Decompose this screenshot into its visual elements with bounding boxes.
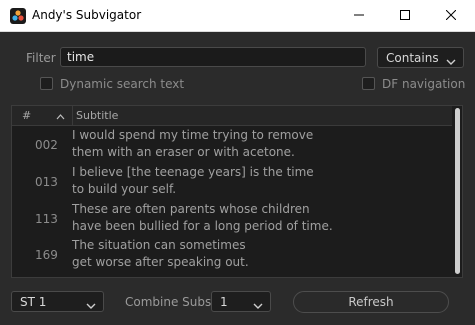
table-row[interactable]: 113 These are often parents whose childr… [12,200,452,236]
row-subtitle: I believe [the teenage years] is the tim… [72,164,314,198]
row-number: 169 [35,248,58,262]
subtitle-line: to build your self. [72,182,177,196]
combine-subs-label: Combine Subs [125,295,212,309]
row-number: 113 [35,212,58,226]
maximize-button[interactable] [382,0,428,31]
chevron-down-icon [253,298,263,312]
minimize-button[interactable] [336,0,382,31]
filter-mode-select[interactable]: Contains [377,47,464,68]
refresh-button-label: Refresh [348,295,394,309]
maximize-icon [400,9,410,23]
subtitle-line: I would spend my time trying to remove [72,128,314,142]
column-divider [72,106,73,125]
subtitle-line: them with an eraser or with acetone. [72,145,295,159]
row-subtitle: These are often parents whose children h… [72,201,333,235]
refresh-button[interactable]: Refresh [293,291,449,313]
subtitle-line: I believe [the teenage years] is the tim… [72,165,314,179]
chevron-down-icon [446,54,456,68]
subtitle-line: The situation can sometimes [72,238,246,252]
vertical-scrollbar[interactable] [453,106,462,277]
close-icon [445,9,457,23]
row-number: 013 [35,175,58,189]
filter-input[interactable]: time [60,47,366,67]
table-header: # Subtitle [12,106,452,126]
sort-ascending-icon [56,110,65,123]
row-subtitle: The situation can sometimes get worse af… [72,237,249,271]
filter-mode-value: Contains [386,51,439,65]
dynamic-search-label: Dynamic search text [60,77,185,91]
df-navigation-label: DF navigation [382,77,466,91]
filter-label: Filter [26,51,56,65]
row-subtitle: I would spend my time trying to remove t… [72,127,313,161]
chevron-down-icon [86,298,96,312]
davinci-resolve-logo-icon [10,8,26,24]
subtitle-line: have been bullied for a long period of t… [72,219,333,233]
minimize-icon [354,9,364,23]
table-row[interactable]: 169 The situation can sometimes get wors… [12,236,452,272]
combine-subs-select[interactable]: 1 [211,291,271,312]
window-title: Andy's Subvigator [32,8,142,22]
table-row[interactable]: 013 I believe [the teenage years] is the… [12,163,452,199]
column-header-subtitle[interactable]: Subtitle [76,109,118,122]
column-header-number[interactable]: # [22,109,31,122]
subtitle-track-select[interactable]: ST 1 [11,291,104,312]
filter-input-value: time [67,50,95,64]
table-row[interactable]: 002 I would spend my time trying to remo… [12,126,452,162]
df-navigation-checkbox[interactable] [362,77,375,90]
subtitle-line: These are often parents whose children [72,202,310,216]
subtitle-line: get worse after speaking out. [72,255,249,269]
dynamic-search-checkbox[interactable] [40,77,53,90]
title-bar[interactable]: Andy's Subvigator [0,0,475,32]
subtitle-track-value: ST 1 [20,295,47,309]
combine-subs-value: 1 [220,295,228,309]
close-button[interactable] [428,0,474,31]
subtitle-table[interactable]: # Subtitle 002 I would spend my time try… [11,105,463,278]
scrollbar-thumb[interactable] [455,108,460,274]
row-number: 002 [35,138,58,152]
